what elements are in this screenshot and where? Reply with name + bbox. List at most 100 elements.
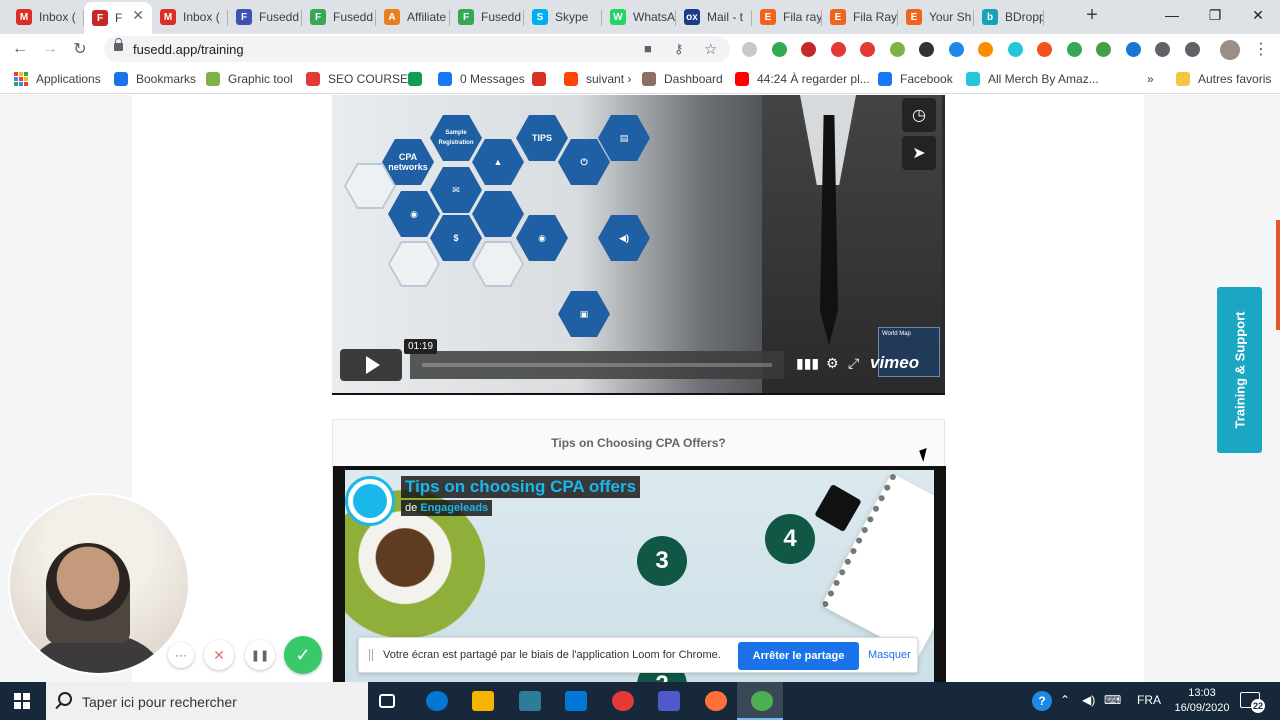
browser-tab[interactable]: M Inbox ( bbox=[152, 4, 228, 30]
extension-icon[interactable] bbox=[771, 42, 787, 57]
file-explorer-icon[interactable] bbox=[472, 691, 494, 711]
extension-icon[interactable] bbox=[742, 42, 757, 57]
browser-tab[interactable]: F F ✕ bbox=[84, 2, 152, 34]
volume-icon[interactable]: ◀) bbox=[1082, 693, 1095, 707]
camera-icon[interactable]: ■ bbox=[644, 41, 652, 56]
fullscreen-icon[interactable]: ⤢ bbox=[848, 355, 859, 372]
loom-pause-button[interactable]: ❚❚ bbox=[245, 640, 275, 670]
browser-tab[interactable]: S Skype bbox=[524, 4, 602, 30]
bookmark-item[interactable] bbox=[408, 71, 430, 87]
reload-button[interactable]: ↻ bbox=[69, 38, 91, 60]
webcam-bubble[interactable] bbox=[8, 493, 190, 675]
taskbar-search-placeholder[interactable]: Taper ici pour rechercher bbox=[82, 694, 237, 710]
bookmark-item[interactable] bbox=[532, 71, 554, 87]
volume-icon[interactable]: ▮▮▮ bbox=[796, 355, 819, 372]
taskbar-search[interactable]: Taper ici pour rechercher bbox=[46, 682, 368, 720]
extension-icon[interactable] bbox=[889, 42, 905, 57]
bookmark-item[interactable]: 0 Messages bbox=[438, 71, 525, 87]
profile-avatar[interactable] bbox=[1220, 40, 1240, 60]
help-icon[interactable]: ? bbox=[1032, 691, 1052, 711]
video-author[interactable]: de Engageleads bbox=[401, 500, 493, 516]
bookmark-item[interactable]: Dashboard bbox=[642, 71, 723, 87]
loom-more-button[interactable]: ··· bbox=[168, 642, 194, 668]
keyboard-icon[interactable]: ⌨ bbox=[1104, 693, 1121, 707]
address-bar[interactable]: fusedd.app/training ■ ⚷ ☆ bbox=[104, 36, 730, 62]
windows-start-icon[interactable] bbox=[14, 693, 30, 709]
back-button[interactable]: ← bbox=[9, 38, 31, 60]
extension-icon[interactable] bbox=[1037, 42, 1052, 57]
extension-icon[interactable] bbox=[1125, 42, 1141, 57]
language-indicator[interactable]: FRA bbox=[1137, 693, 1161, 707]
teams-icon[interactable] bbox=[658, 691, 680, 711]
chrome-icon[interactable] bbox=[751, 691, 773, 711]
bookmark-item[interactable]: Facebook bbox=[878, 71, 953, 87]
mail-icon[interactable] bbox=[565, 691, 587, 711]
browser-tab[interactable]: A Affiliate bbox=[376, 4, 450, 30]
loom-cancel-button[interactable]: ✕ bbox=[204, 640, 234, 670]
system-clock[interactable]: 13:03 16/09/2020 bbox=[1172, 686, 1232, 716]
close-window-button[interactable]: ✕ bbox=[1236, 0, 1280, 30]
extension-icon[interactable] bbox=[1096, 42, 1111, 57]
opera-icon[interactable] bbox=[611, 691, 634, 711]
share-icon[interactable]: ➤ bbox=[902, 136, 936, 170]
minimize-button[interactable]: — bbox=[1150, 0, 1194, 30]
tray-chevron-icon[interactable]: ⌃ bbox=[1060, 693, 1070, 707]
browser-tab[interactable]: W WhatsA bbox=[602, 4, 676, 30]
bookmark-item[interactable]: 44:24 À regarder pl... bbox=[735, 71, 870, 87]
url-text[interactable]: fusedd.app/training bbox=[133, 42, 244, 57]
new-tab-button[interactable]: + bbox=[1082, 5, 1102, 26]
bookmark-item[interactable]: Graphic tool bbox=[206, 71, 293, 87]
browser-tab[interactable]: F Fusedd bbox=[302, 4, 376, 30]
extension-icon[interactable] bbox=[1066, 42, 1082, 57]
extension-icon[interactable] bbox=[830, 42, 846, 57]
vimeo-logo[interactable]: vimeo bbox=[870, 353, 919, 373]
browser-tab[interactable]: E Fila Ray bbox=[822, 4, 898, 30]
extension-icon[interactable] bbox=[1184, 42, 1200, 57]
browser-tab[interactable]: E Your Sh bbox=[898, 4, 974, 30]
video-title[interactable]: Tips on choosing CPA offers bbox=[401, 476, 641, 498]
store-icon[interactable] bbox=[518, 691, 541, 711]
extension-icon[interactable] bbox=[919, 42, 934, 57]
play-button[interactable] bbox=[340, 349, 402, 381]
video-player-1[interactable]: CPA networks Sample Registration ▲ TIPS … bbox=[332, 95, 945, 395]
task-view-icon[interactable] bbox=[379, 694, 395, 708]
browser-tab[interactable]: ox Mail - t bbox=[676, 4, 752, 30]
training-support-tab[interactable]: Training & Support bbox=[1217, 287, 1262, 453]
settings-gear-icon[interactable]: ⚙ bbox=[826, 355, 839, 372]
stop-sharing-button[interactable]: Arrêter le partage bbox=[738, 642, 859, 670]
channel-avatar[interactable] bbox=[345, 476, 395, 526]
bookmark-item[interactable]: suivant › bbox=[564, 71, 631, 87]
progress-bar[interactable] bbox=[410, 351, 784, 379]
scrollbar-thumb[interactable] bbox=[1276, 220, 1280, 330]
bookmark-star-icon[interactable]: ☆ bbox=[704, 40, 717, 58]
bookmark-item[interactable]: Bookmarks bbox=[114, 71, 196, 87]
notification-center-icon[interactable]: 22 bbox=[1240, 692, 1265, 713]
bookmarks-overflow-button[interactable]: » bbox=[1147, 71, 1154, 87]
hide-button[interactable]: Masquer bbox=[868, 649, 911, 661]
extension-icon[interactable] bbox=[1007, 42, 1023, 57]
edge-icon[interactable] bbox=[425, 691, 448, 711]
close-tab-icon[interactable]: ✕ bbox=[132, 7, 144, 24]
browser-tab[interactable]: F Fusedd bbox=[450, 4, 524, 30]
maximize-button[interactable]: ❐ bbox=[1193, 0, 1237, 30]
key-icon[interactable]: ⚷ bbox=[674, 41, 684, 57]
browser-menu-button[interactable]: ⋮ bbox=[1250, 38, 1272, 60]
browser-tab[interactable]: F Fusedd bbox=[228, 4, 302, 30]
extension-icon[interactable] bbox=[948, 42, 964, 57]
extension-icon[interactable] bbox=[860, 42, 875, 57]
bookmark-item[interactable]: Applications bbox=[14, 71, 101, 87]
watch-later-icon[interactable]: ◷ bbox=[902, 98, 936, 132]
extension-icon[interactable] bbox=[978, 42, 993, 57]
firefox-icon[interactable] bbox=[704, 691, 727, 711]
forward-button[interactable]: → bbox=[39, 38, 61, 60]
browser-tab[interactable]: b BDropp bbox=[974, 4, 1044, 30]
bookmark-item[interactable]: All Merch By Amaz... bbox=[966, 71, 1099, 87]
drag-handle[interactable] bbox=[369, 649, 373, 661]
extension-icon[interactable] bbox=[801, 42, 816, 57]
other-bookmarks-folder[interactable]: Autres favoris bbox=[1176, 71, 1271, 87]
bookmark-item[interactable]: SEO COURSE bbox=[306, 71, 408, 87]
browser-tab[interactable]: E Fila ray bbox=[752, 4, 822, 30]
extension-icon[interactable] bbox=[1155, 42, 1170, 57]
loom-done-button[interactable]: ✓ bbox=[284, 636, 322, 674]
browser-tab[interactable]: M Inbox ( bbox=[8, 4, 84, 30]
